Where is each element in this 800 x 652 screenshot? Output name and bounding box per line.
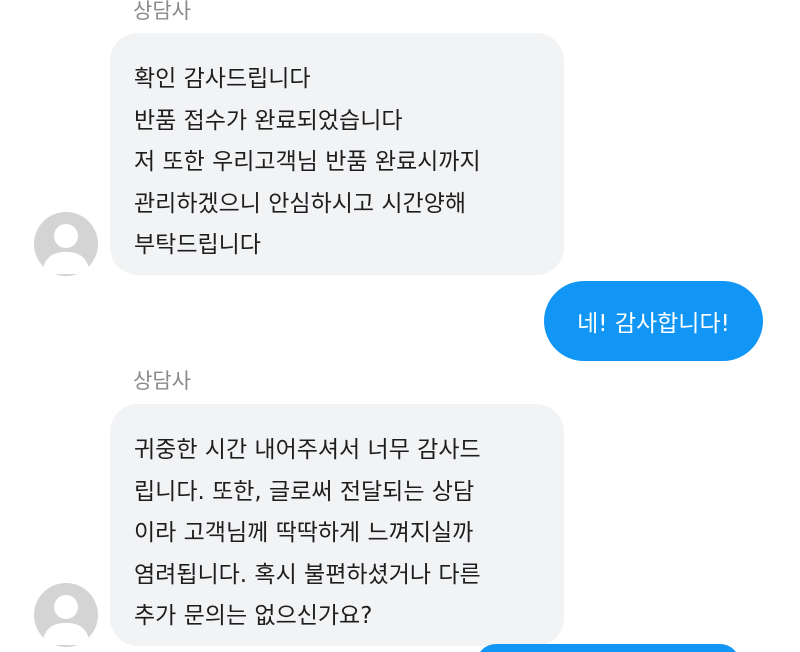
- chat-thread: 상담사 확인 감사드립니다 반품 접수가 완료되었습니다 저 또한 우리고객님 …: [0, 0, 800, 652]
- person-silhouette-icon: [42, 595, 90, 645]
- outgoing-message-bubble-partial[interactable]: [476, 644, 740, 652]
- sender-name: 상담사: [133, 0, 191, 23]
- message-text-line: 확인 감사드립니다: [134, 66, 311, 92]
- outgoing-message-bubble[interactable]: 네! 감사합니다!: [544, 281, 763, 361]
- message-text-line: 염려됩니다. 혹시 불편하셨거나 다른: [134, 561, 481, 588]
- message-text-line: 관리하겠으니 안심하시고 시간양해: [134, 190, 467, 217]
- message-text-line: 저 또한 우리고객님 반품 완료시까지: [134, 149, 481, 175]
- sender-name: 상담사: [133, 369, 191, 393]
- message-text-line: 립니다. 또한, 글로써 전달되는 상담: [134, 478, 475, 505]
- message-text-line: 추가 문의는 없으신가요?: [134, 603, 373, 629]
- default-user-avatar-icon[interactable]: [34, 212, 98, 276]
- default-user-avatar-icon[interactable]: [34, 583, 98, 647]
- incoming-message-bubble[interactable]: 확인 감사드립니다 반품 접수가 완료되었습니다 저 또한 우리고객님 반품 완…: [110, 33, 564, 275]
- message-text-line: 네! 감사합니다!: [577, 311, 730, 337]
- message-text-line: 이라 고객님께 딱딱하게 느껴지실까: [134, 520, 474, 546]
- person-silhouette-icon: [42, 224, 90, 274]
- incoming-message-bubble[interactable]: 귀중한 시간 내어주셔서 너무 감사드 립니다. 또한, 글로써 전달되는 상담…: [110, 404, 564, 646]
- message-text-line: 반품 접수가 완료되었습니다: [134, 107, 403, 134]
- message-text-line: 부탁드립니다: [134, 232, 261, 258]
- message-text-line: 귀중한 시간 내어주셔서 너무 감사드: [134, 437, 481, 463]
